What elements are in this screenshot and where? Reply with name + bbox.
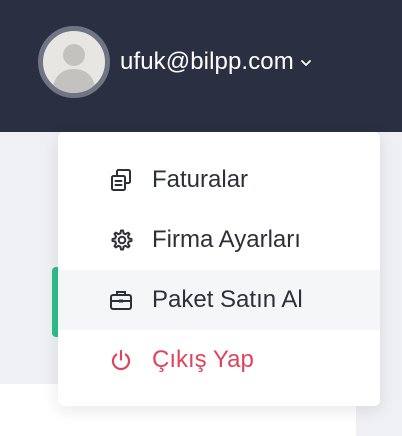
user-email: ufuk@bilpp.com <box>120 48 294 75</box>
briefcase-icon <box>106 285 136 315</box>
menu-item-label: Faturalar <box>152 166 249 193</box>
user-dropdown-menu: Faturalar Firma Ayarları Paket Satın Al <box>58 132 380 406</box>
menu-item-company-settings[interactable]: Firma Ayarları <box>58 210 380 270</box>
top-navbar: ufuk@bilpp.com <box>0 0 402 132</box>
chevron-down-icon <box>300 60 311 66</box>
avatar[interactable] <box>38 26 110 98</box>
power-icon <box>106 345 136 375</box>
documents-icon <box>106 165 136 195</box>
menu-item-label: Paket Satın Al <box>152 286 303 313</box>
menu-item-logout[interactable]: Çıkış Yap <box>58 330 380 390</box>
gear-icon <box>106 225 136 255</box>
user-silhouette-icon <box>52 44 96 93</box>
user-menu-toggle[interactable]: ufuk@bilpp.com <box>38 26 312 98</box>
menu-item-label: Çıkış Yap <box>152 346 254 373</box>
menu-item-invoices[interactable]: Faturalar <box>58 150 380 210</box>
menu-item-buy-package[interactable]: Paket Satın Al <box>58 270 380 330</box>
menu-item-label: Firma Ayarları <box>152 226 301 253</box>
